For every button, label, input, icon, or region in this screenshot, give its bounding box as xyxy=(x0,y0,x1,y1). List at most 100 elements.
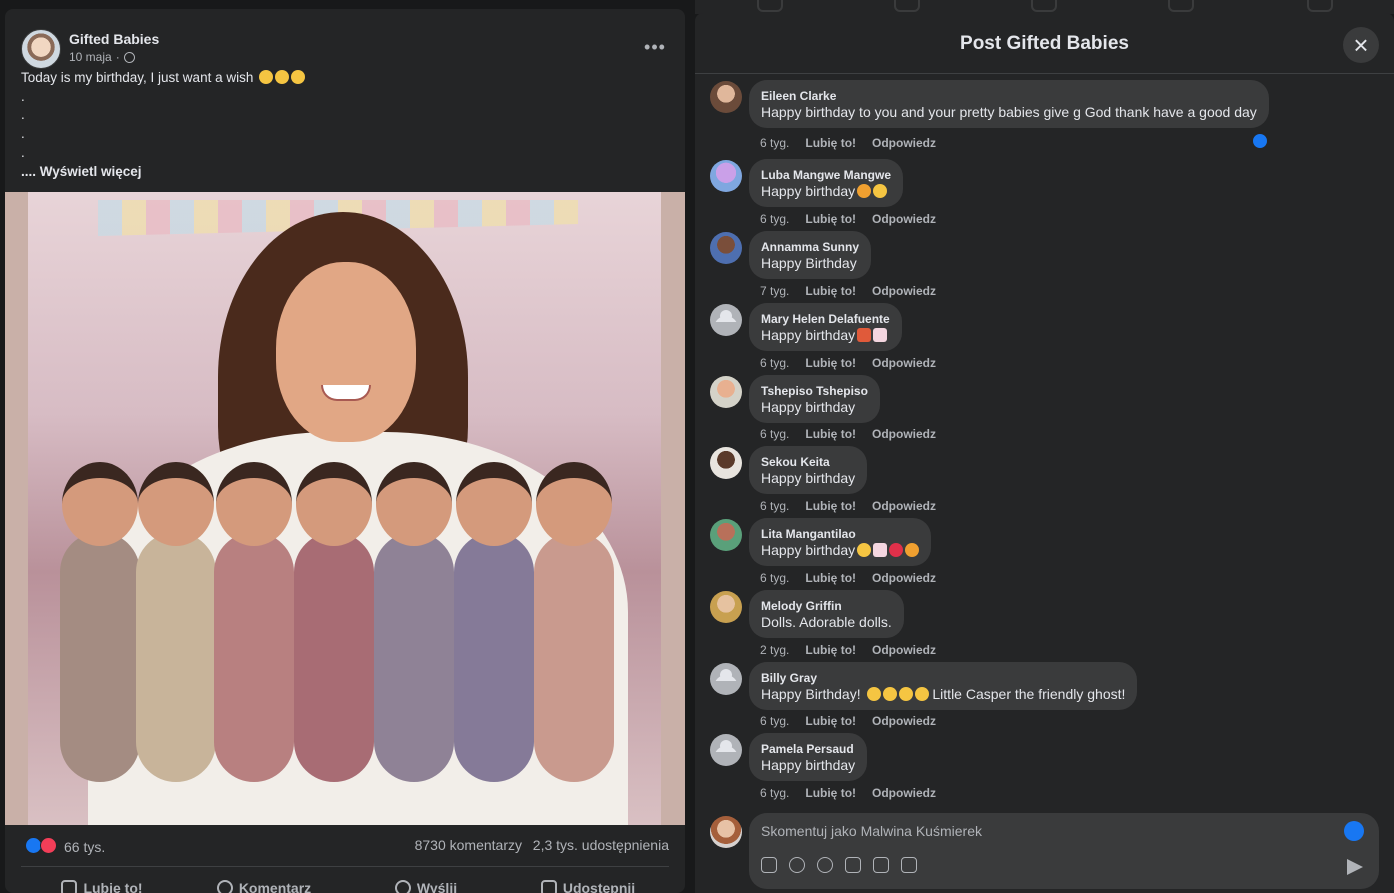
post-date[interactable]: 10 maja xyxy=(69,50,112,64)
dialog-title: Post Gifted Babies xyxy=(960,33,1129,54)
emoji-icon[interactable] xyxy=(817,857,833,873)
comment-text: Happy birthday xyxy=(761,183,856,199)
avatar[interactable] xyxy=(710,816,742,848)
default-avatar-icon[interactable] xyxy=(710,734,742,766)
commenter-name[interactable]: Sekou Keita xyxy=(761,454,855,470)
comment-like-button[interactable]: Lubię to! xyxy=(805,427,856,441)
comment-like-button[interactable]: Lubię to! xyxy=(805,212,856,226)
comment-time[interactable]: 6 tyg. xyxy=(760,136,789,150)
like-button[interactable]: Lubię to! xyxy=(21,875,183,893)
avatar-sticker-icon[interactable] xyxy=(761,857,777,873)
comment-time[interactable]: 7 tyg. xyxy=(760,284,789,298)
commenter-name[interactable]: Annamma Sunny xyxy=(761,239,859,255)
marketplace-icon[interactable] xyxy=(1031,0,1057,12)
pleading-face-emoji-icon xyxy=(259,70,274,84)
partying-face-emoji-icon xyxy=(873,184,888,198)
sticker-icon[interactable] xyxy=(901,857,917,873)
groups-icon[interactable] xyxy=(1168,0,1194,12)
screen: Gifted Babies 10 maja · ••• Today is my … xyxy=(0,0,1394,893)
checkmark-icon[interactable] xyxy=(1344,821,1364,841)
like-reaction-icon[interactable] xyxy=(1251,132,1269,150)
comment-bubble: Sekou Keita Happy birthday xyxy=(749,446,868,494)
comment-reply-button[interactable]: Odpowiedz xyxy=(872,284,936,298)
page-avatar[interactable] xyxy=(21,29,61,69)
comment-bubble: Pamela Persaud Happy birthday xyxy=(749,733,868,781)
comment-like-button[interactable]: Lubię to! xyxy=(805,284,856,298)
baby xyxy=(374,462,454,782)
more-options-button[interactable]: ••• xyxy=(641,33,669,61)
comment-text: Happy birthday xyxy=(761,470,856,486)
comment-time[interactable]: 2 tyg. xyxy=(760,643,789,657)
commenter-name[interactable]: Tshepiso Tshepiso xyxy=(761,383,868,399)
camera-icon[interactable] xyxy=(845,857,861,873)
commenter-name[interactable]: Lita Mangantilao xyxy=(761,526,919,542)
comment-reply-button[interactable]: Odpowiedz xyxy=(872,786,936,800)
commenter-name[interactable]: Melody Griffin xyxy=(761,598,892,614)
avatar[interactable] xyxy=(710,447,742,479)
reaction-count[interactable]: 66 tys. xyxy=(64,839,105,855)
comment-bubble: Mary Helen Delafuente Happy birthday xyxy=(749,303,902,351)
commenter-name[interactable]: Mary Helen Delafuente xyxy=(761,311,890,327)
comment-time[interactable]: 6 tyg. xyxy=(760,714,789,728)
comment-time[interactable]: 6 tyg. xyxy=(760,499,789,513)
comment-reply-button[interactable]: Odpowiedz xyxy=(872,136,936,150)
close-button[interactable]: × xyxy=(1343,27,1379,63)
share-count[interactable]: 2,3 tys. udostępnienia xyxy=(533,837,669,853)
comment-time[interactable]: 6 tyg. xyxy=(760,427,789,441)
share-button[interactable]: Udostępnij xyxy=(507,875,669,893)
gift-icon[interactable] xyxy=(789,857,805,873)
avatar[interactable] xyxy=(710,160,742,192)
comment-reply-button[interactable]: Odpowiedz xyxy=(872,212,936,226)
close-icon: × xyxy=(1353,30,1369,60)
comment-like-button[interactable]: Lubię to! xyxy=(805,136,856,150)
comment-like-button[interactable]: Lubię to! xyxy=(805,356,856,370)
see-more-link[interactable]: .... Wyświetl więcej xyxy=(21,163,305,182)
comment-reply-button[interactable]: Odpowiedz xyxy=(872,714,936,728)
avatar[interactable] xyxy=(710,519,742,551)
gaming-icon[interactable] xyxy=(1307,0,1333,12)
comment-reply-button[interactable]: Odpowiedz xyxy=(872,643,936,657)
comment-reply-button[interactable]: Odpowiedz xyxy=(872,499,936,513)
send-button[interactable]: Wyślij xyxy=(345,875,507,893)
home-icon[interactable] xyxy=(757,0,783,12)
post-photo[interactable] xyxy=(5,192,685,825)
commenter-name[interactable]: Eileen Clarke xyxy=(761,88,1257,104)
commenter-name[interactable]: Luba Mangwe Mangwe xyxy=(761,167,891,183)
page-name[interactable]: Gifted Babies xyxy=(69,31,159,47)
comment-like-button[interactable]: Lubię to! xyxy=(805,643,856,657)
comment-like-button[interactable]: Lubię to! xyxy=(805,499,856,513)
commenter-name[interactable]: Billy Gray xyxy=(761,670,1125,686)
comment-reply-button[interactable]: Odpowiedz xyxy=(872,571,936,585)
comment-bubble: Annamma Sunny Happy Birthday xyxy=(749,231,872,279)
baby xyxy=(454,462,534,782)
comment-text: Happy birthday xyxy=(761,542,856,558)
default-avatar-icon[interactable] xyxy=(710,663,742,695)
pleading-face-emoji-icon xyxy=(291,70,306,84)
comment-text: Happy birthday xyxy=(761,399,856,415)
commenter-name[interactable]: Pamela Persaud xyxy=(761,741,855,757)
comment-reply-button[interactable]: Odpowiedz xyxy=(872,427,936,441)
comment-count[interactable]: 8730 komentarzy xyxy=(415,837,522,853)
comment-time[interactable]: 6 tyg. xyxy=(760,356,789,370)
comment-time[interactable]: 6 tyg. xyxy=(760,786,789,800)
comment-like-button[interactable]: Lubię to! xyxy=(805,714,856,728)
comment-text: Dolls. Adorable dolls. xyxy=(761,614,892,630)
comment-time[interactable]: 6 tyg. xyxy=(760,212,789,226)
comment-like-button[interactable]: Lubię to! xyxy=(805,571,856,585)
comment-like-button[interactable]: Lubię to! xyxy=(805,786,856,800)
comment-bubble: Melody Griffin Dolls. Adorable dolls. xyxy=(749,590,904,638)
default-avatar-icon[interactable] xyxy=(710,304,742,336)
party-popper-emoji-icon xyxy=(905,543,920,557)
comment-reply-button[interactable]: Odpowiedz xyxy=(872,356,936,370)
comment-time[interactable]: 6 tyg. xyxy=(760,571,789,585)
avatar[interactable] xyxy=(710,81,742,113)
video-icon[interactable] xyxy=(894,0,920,12)
avatar[interactable] xyxy=(710,232,742,264)
avatar[interactable] xyxy=(710,591,742,623)
send-icon[interactable] xyxy=(1347,859,1363,875)
comment-input[interactable] xyxy=(761,823,1281,839)
comment-button[interactable]: Komentarz xyxy=(183,875,345,893)
comment-actions: 6 tyg. Lubię to! Odpowiedz xyxy=(760,714,936,728)
gif-icon[interactable] xyxy=(873,857,889,873)
avatar[interactable] xyxy=(710,376,742,408)
